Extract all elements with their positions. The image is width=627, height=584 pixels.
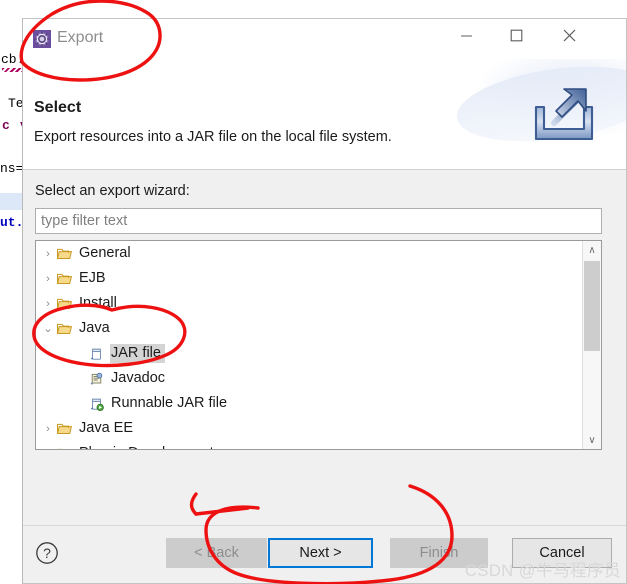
tree-item[interactable]: Javadoc [36,366,584,391]
folder-icon [56,246,73,262]
tree-item[interactable]: JAR file [36,341,584,366]
spellcheck-squiggle [2,68,24,72]
close-icon [563,29,575,41]
scroll-down-icon[interactable]: ∨ [583,431,601,449]
tree-item-label: Runnable JAR file [111,395,228,411]
editor-text-fragment: c [2,118,10,133]
runnable-jar-icon [88,396,105,412]
chevron-right-icon[interactable]: › [42,248,54,260]
gear-icon [33,30,51,48]
tree-item[interactable]: › Java EE [36,416,584,441]
tree-item-label: Install [79,295,117,311]
page-title: Select [34,99,82,116]
dialog-titlebar: Export [23,19,626,59]
page-description: Export resources into a JAR file on the … [34,129,392,145]
tree-item-label: EJB [79,270,106,286]
maximize-icon [510,29,522,41]
dialog-title: Export [57,29,104,46]
folder-icon [56,446,73,449]
wizard-label: Select an export wizard: [35,183,190,199]
tree-item[interactable]: › EJB [36,266,584,291]
filter-input[interactable] [35,208,602,234]
close-button[interactable] [546,19,592,51]
folder-icon [56,296,73,312]
chevron-right-icon[interactable]: › [42,273,54,285]
question-mark-icon[interactable]: ? [35,541,59,565]
minimize-button[interactable] [443,19,489,51]
tree-item[interactable]: Runnable JAR file [36,391,584,416]
folder-icon [56,321,73,337]
jar-file-icon [88,346,105,362]
folder-icon [56,271,73,287]
export-tray-arrow-icon [526,77,602,149]
dialog-header: Select Export resources into a JAR file … [23,59,626,170]
next-button[interactable]: Next > [268,538,373,568]
tree-scrollbar[interactable]: ∧ ∨ [582,241,601,449]
editor-text-fragment: ns= [0,161,24,176]
chevron-down-icon[interactable]: ⌄ [42,323,54,335]
editor-text-fragment: ut. [0,215,24,230]
chevron-right-icon[interactable]: › [42,448,54,450]
screenshot-root: cb.Tecvns=ut. [0,0,627,584]
wizard-tree[interactable]: › General › EJB › Install ⌄ Java JAR file Javadoc… [35,240,602,450]
watermark: CSDN @牛马程序员 [464,562,621,580]
chevron-right-icon[interactable]: › [42,423,54,435]
scroll-up-icon[interactable]: ∧ [583,241,601,259]
tree-item-label: JAR file [110,344,165,363]
tree-item[interactable]: › General [36,241,584,266]
chevron-right-icon[interactable]: › [42,298,54,310]
svg-text:?: ? [43,545,51,561]
editor-text-fragment: cb. [1,52,25,67]
javadoc-icon [88,371,105,387]
dialog-footer: ? < Back Next > Finish Cancel CSDN @牛马程序… [23,525,626,583]
tree-item[interactable]: › Plug-in Development [36,441,584,449]
tree-item-label: General [79,245,131,261]
back-button[interactable]: < Back [166,538,267,568]
tree-item[interactable]: › Install [36,291,584,316]
export-dialog: Export Select Export resources into a JA… [22,18,627,584]
scrollbar-thumb[interactable] [584,261,600,351]
wizard-tree-list[interactable]: › General › EJB › Install ⌄ Java JAR file Javadoc… [36,241,584,449]
tree-item[interactable]: ⌄ Java [36,316,584,341]
maximize-button[interactable] [493,19,539,51]
tree-item-label: Java EE [79,420,133,436]
minimize-icon [460,34,472,37]
dialog-body: Select an export wizard: › General › EJB › In… [23,170,626,527]
tree-item-label: Plug-in Development [78,444,218,449]
tree-item-label: Java [79,320,110,336]
tree-item-label: Javadoc [111,370,166,386]
folder-icon [56,421,73,437]
